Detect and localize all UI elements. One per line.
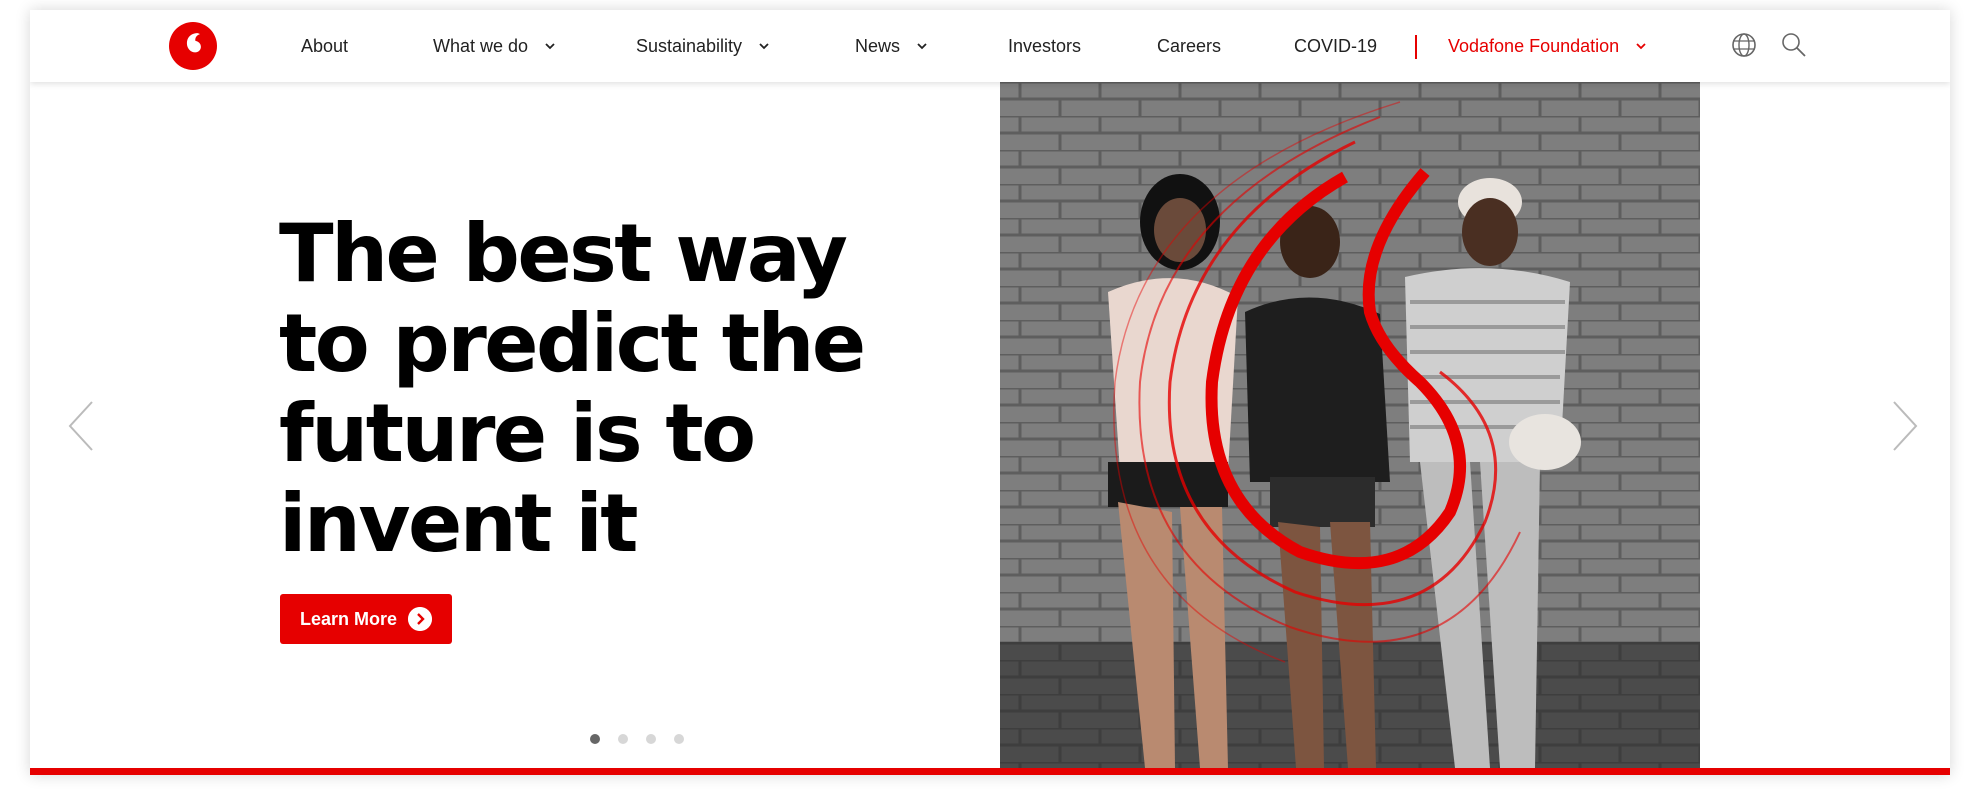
nav-covid-19[interactable]: COVID-19 [1294,10,1377,82]
chevron-right-circle-icon [408,607,432,631]
carousel-dot-1[interactable] [590,734,600,744]
page-frame: About What we do Sustainability News Inv… [30,10,1950,775]
nav-about[interactable]: About [301,10,348,82]
carousel-prev-button[interactable] [66,400,96,452]
nav-label: Careers [1157,35,1222,56]
learn-more-button[interactable]: Learn More [280,594,452,644]
nav-vodafone-foundation[interactable]: Vodafone Foundation [1448,10,1647,82]
accent-bar [30,768,1950,775]
nav-careers[interactable]: Careers [1157,10,1221,82]
carousel-dot-4[interactable] [674,734,684,744]
nav-label: News [855,35,901,56]
chevron-down-icon [917,43,927,50]
nav-news[interactable]: News [855,10,928,82]
nav-label: What we do [433,35,529,56]
globe-icon[interactable] [1730,31,1758,59]
vodafone-logo[interactable] [169,22,217,70]
carousel-next-button[interactable] [1890,400,1920,452]
nav-label: Sustainability [636,35,743,56]
nav-label: About [301,35,349,56]
hero-photo-illustration [1000,82,1700,768]
nav-label: Investors [1008,35,1082,56]
nav-label: COVID-19 [1294,35,1378,56]
site-header: About What we do Sustainability News Inv… [30,10,1950,82]
cta-label: Learn More [300,608,398,629]
chevron-down-icon [1636,43,1646,50]
chevron-down-icon [759,43,769,50]
search-icon[interactable] [1780,31,1808,59]
nav-divider [1415,35,1417,59]
hero-title: The best way to predict the future is to… [279,207,866,570]
nav-label: Vodafone Foundation [1448,35,1620,56]
nav-investors[interactable]: Investors [1008,10,1081,82]
carousel-dots [590,734,702,744]
chevron-down-icon [545,43,555,50]
hero-photo [1000,82,1700,768]
nav-what-we-do[interactable]: What we do [433,10,556,82]
carousel-dot-3[interactable] [646,734,656,744]
nav-sustainability[interactable]: Sustainability [636,10,770,82]
carousel-dot-2[interactable] [618,734,628,744]
